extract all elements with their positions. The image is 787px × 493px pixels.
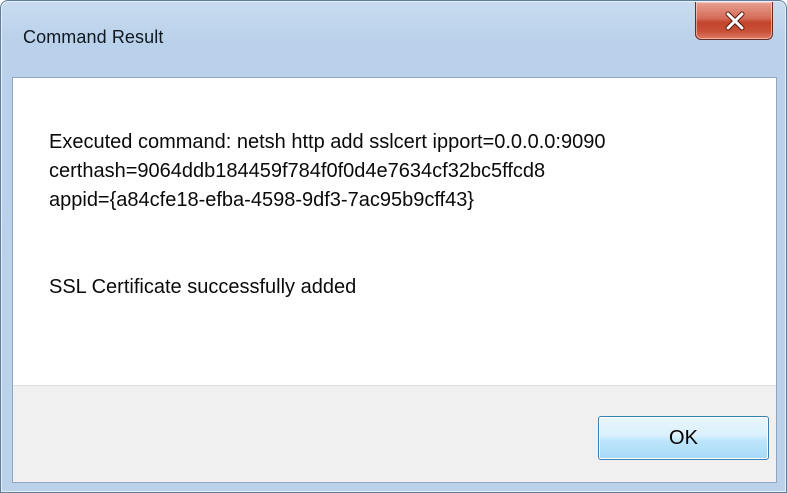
status-message: SSL Certificate successfully added bbox=[49, 276, 357, 298]
close-button[interactable] bbox=[695, 2, 773, 40]
close-icon bbox=[725, 11, 745, 31]
certhash-line: certhash=9064ddb184459f784f0f0d4e7634cf3… bbox=[49, 160, 546, 182]
dialog-content: Executed command: netsh http add sslcert… bbox=[12, 77, 777, 483]
button-bar: OK bbox=[13, 385, 776, 482]
ok-button[interactable]: OK bbox=[598, 416, 769, 460]
command-message: Executed command: netsh http add sslcert… bbox=[49, 128, 749, 215]
command-line: Executed command: netsh http add sslcert… bbox=[49, 131, 606, 153]
title-bar[interactable]: Command Result bbox=[1, 1, 786, 77]
dialog-window: Command Result Executed command: netsh h… bbox=[0, 0, 787, 493]
window-title: Command Result bbox=[23, 27, 164, 47]
appid-line: appid={a84cfe18-efba-4598-9df3-7ac95b9cf… bbox=[49, 189, 474, 211]
